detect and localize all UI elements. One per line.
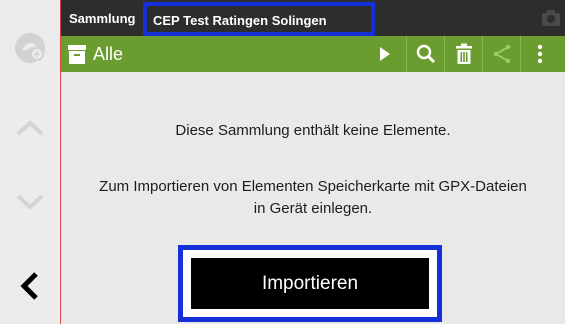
camera-icon (541, 8, 561, 28)
toolbar-separator (520, 36, 521, 72)
main-content: Diese Sammlung enthält keine Elemente. Z… (61, 72, 565, 324)
play-icon (380, 47, 390, 61)
search-button[interactable] (408, 36, 444, 72)
filter-label: Alle (93, 43, 124, 64)
import-button-highlight: Importieren (178, 245, 442, 322)
collection-name: CEP Test Ratingen Solingen (153, 13, 327, 28)
collection-avatar-icon[interactable] (0, 24, 60, 72)
delete-button[interactable] (446, 36, 482, 72)
share-icon (493, 44, 511, 64)
more-options-button[interactable] (522, 36, 558, 72)
toolbar-separator (482, 36, 483, 72)
toolbar-separator (406, 36, 407, 72)
search-icon (416, 44, 436, 64)
archive-icon (68, 45, 86, 64)
left-rail (0, 0, 60, 324)
header-bar: Sammlung CEP Test Ratingen Solingen (61, 0, 565, 36)
empty-collection-message: Diese Sammlung enthält keine Elemente. (175, 122, 451, 139)
import-instructions-line1: Zum Importieren von Elementen Speicherka… (99, 178, 527, 195)
import-instructions-line2: in Gerät einlegen. (253, 200, 373, 217)
import-button[interactable]: Importieren (191, 258, 429, 309)
back-icon[interactable] (0, 262, 60, 310)
collection-label: Sammlung (69, 11, 136, 26)
collection-name-highlight: CEP Test Ratingen Solingen (143, 2, 375, 36)
chevron-up-icon[interactable] (0, 104, 60, 152)
chevron-down-icon[interactable] (0, 178, 60, 226)
play-button[interactable] (365, 36, 405, 72)
share-button[interactable] (484, 36, 520, 72)
import-instructions: Zum Importieren von Elementen Speicherka… (61, 176, 565, 220)
filter-selector[interactable]: Alle (61, 36, 401, 72)
toolbar-separator (444, 36, 445, 72)
trash-icon (456, 43, 472, 64)
toolbar: Alle (61, 36, 565, 72)
more-icon (537, 44, 543, 64)
